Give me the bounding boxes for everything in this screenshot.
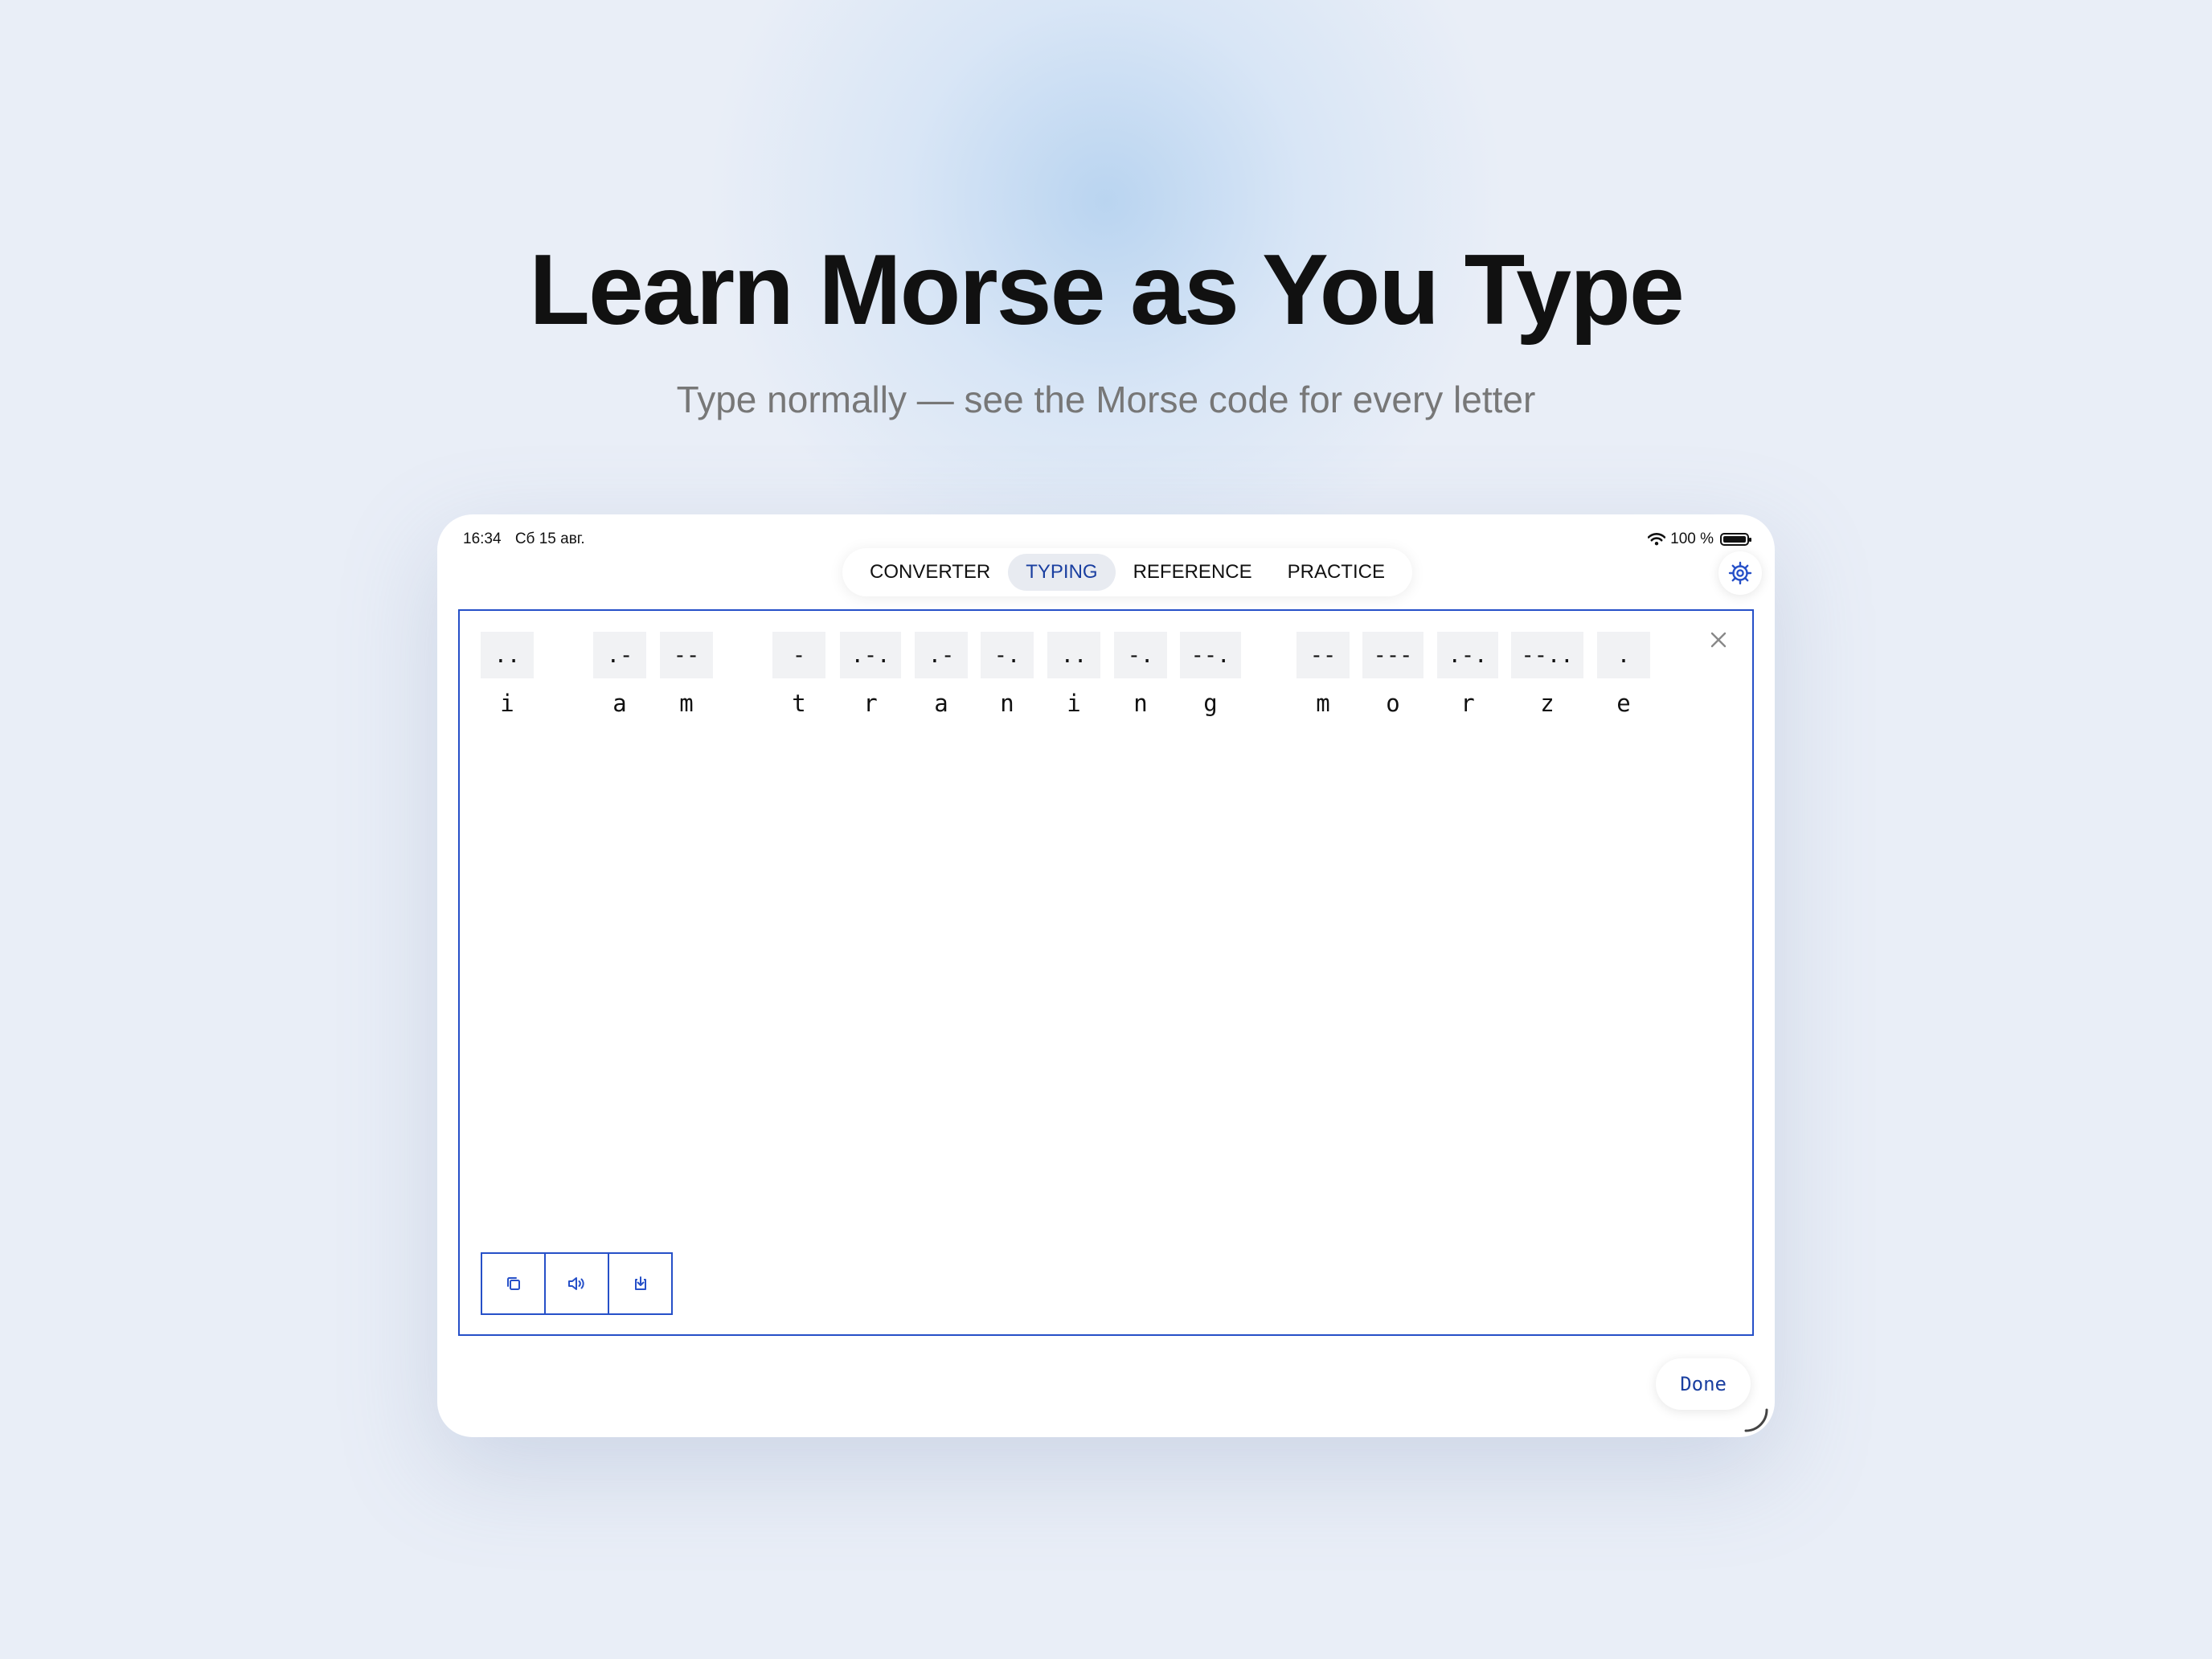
status-time: 16:34 xyxy=(463,530,502,547)
typed-letter: n xyxy=(1133,690,1148,717)
download-button[interactable] xyxy=(608,1254,671,1313)
morse-token[interactable]: -- m xyxy=(1296,632,1350,717)
battery-percent: 100 % xyxy=(1670,530,1714,547)
typed-letter: z xyxy=(1540,690,1555,717)
typed-letter: e xyxy=(1616,690,1631,717)
typed-letter: m xyxy=(1316,690,1330,717)
tablet-screen: 16:34 Сб 15 авг. 100 % CONVERTER TYPING … xyxy=(437,514,1775,1437)
morse-token[interactable]: .-. r xyxy=(1437,632,1498,717)
headline: Learn Morse as You Type xyxy=(529,235,1685,346)
wifi-icon xyxy=(1648,533,1666,546)
morse-code: -- xyxy=(1296,632,1350,678)
morse-code: .- xyxy=(593,632,646,678)
morse-code: -. xyxy=(981,632,1034,678)
typed-letter: t xyxy=(792,690,806,717)
typed-letter: g xyxy=(1203,690,1218,717)
battery-icon xyxy=(1720,533,1751,546)
download-icon xyxy=(634,1276,646,1290)
morse-token[interactable]: .- a xyxy=(593,632,646,717)
typed-letter: m xyxy=(679,690,694,717)
tab-reference[interactable]: REFERENCE xyxy=(1116,554,1270,591)
typed-letter: i xyxy=(500,690,514,717)
clear-button[interactable] xyxy=(1707,629,1730,651)
morse-token[interactable]: -- m xyxy=(660,632,713,717)
gear-icon xyxy=(1728,561,1752,585)
morse-code: --- xyxy=(1362,632,1423,678)
morse-code: --.. xyxy=(1511,632,1583,678)
morse-token[interactable]: .-. r xyxy=(840,632,901,717)
morse-token[interactable]: --.. z xyxy=(1511,632,1583,717)
typed-letter: i xyxy=(1067,690,1081,717)
morse-token[interactable]: .- a xyxy=(915,632,968,717)
play-sound-button[interactable] xyxy=(544,1254,608,1313)
corner-arc xyxy=(1744,1408,1768,1432)
close-icon xyxy=(1710,632,1727,648)
status-date: Сб 15 авг. xyxy=(514,530,585,547)
morse-code: . xyxy=(1597,632,1650,678)
typing-editor[interactable]: .. i .- a -- m - t .-. r .- a -. n .. i … xyxy=(458,609,1754,1336)
morse-token[interactable]: .. i xyxy=(1047,632,1100,717)
morse-code: .-. xyxy=(1437,632,1498,678)
morse-token[interactable]: .. i xyxy=(481,632,534,717)
typed-letter: a xyxy=(612,690,627,717)
morse-code: .. xyxy=(1047,632,1100,678)
tab-converter[interactable]: CONVERTER xyxy=(852,554,1008,591)
typed-letter: n xyxy=(1000,690,1014,717)
morse-token[interactable]: -. n xyxy=(981,632,1034,717)
settings-button[interactable] xyxy=(1718,551,1762,595)
morse-token[interactable]: --. g xyxy=(1180,632,1241,717)
tab-bar: CONVERTER TYPING REFERENCE PRACTICE xyxy=(842,548,1412,596)
morse-token[interactable]: -. n xyxy=(1114,632,1167,717)
copy-icon xyxy=(506,1277,520,1290)
typed-letter: a xyxy=(934,690,948,717)
action-bar xyxy=(481,1252,673,1315)
morse-token[interactable]: --- o xyxy=(1362,632,1423,717)
copy-button[interactable] xyxy=(482,1254,544,1313)
typed-letter: o xyxy=(1386,690,1400,717)
morse-code: -- xyxy=(660,632,713,678)
morse-code: -. xyxy=(1114,632,1167,678)
morse-token[interactable]: - t xyxy=(772,632,825,717)
morse-code: .- xyxy=(915,632,968,678)
morse-code: .. xyxy=(481,632,534,678)
subtitle: Type normally — see the Morse code for e… xyxy=(676,379,1536,420)
morse-token[interactable]: . e xyxy=(1597,632,1650,717)
morse-code: - xyxy=(772,632,825,678)
morse-code: .-. xyxy=(840,632,901,678)
tab-typing[interactable]: TYPING xyxy=(1008,554,1116,591)
typed-letter: r xyxy=(863,690,878,717)
typed-letter: r xyxy=(1460,690,1475,717)
speaker-icon xyxy=(567,1277,584,1290)
morse-code: --. xyxy=(1180,632,1241,678)
tab-practice[interactable]: PRACTICE xyxy=(1270,554,1403,591)
